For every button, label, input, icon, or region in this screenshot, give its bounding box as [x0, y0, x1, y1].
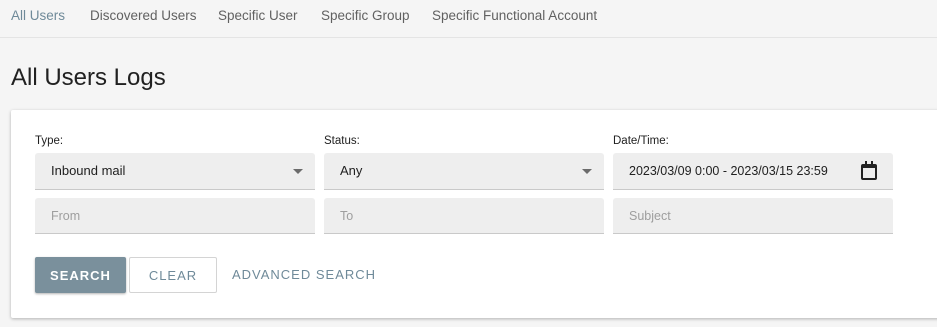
advanced-search-button[interactable]: ADVANCED SEARCH: [231, 256, 377, 292]
to-field[interactable]: To: [324, 198, 604, 234]
search-button[interactable]: SEARCH: [35, 257, 126, 293]
tab-discovered-users[interactable]: Discovered Users: [90, 8, 197, 23]
calendar-icon[interactable]: [861, 161, 877, 180]
search-filter-card: Type: Inbound mail Status: Any Date/Time…: [11, 110, 937, 318]
type-label: Type:: [35, 135, 64, 147]
datetime-range-field[interactable]: 2023/03/09 0:00 - 2023/03/15 23:59: [613, 153, 893, 190]
chevron-down-icon: [293, 169, 303, 174]
chevron-down-icon: [582, 169, 592, 174]
from-field[interactable]: From: [35, 198, 315, 234]
subject-placeholder: Subject: [629, 209, 671, 223]
datetime-value: 2023/03/09 0:00 - 2023/03/15 23:59: [629, 164, 828, 178]
page-title: All Users Logs: [11, 64, 166, 91]
subject-field[interactable]: Subject: [613, 198, 893, 234]
status-select[interactable]: Any: [324, 153, 604, 190]
type-select[interactable]: Inbound mail: [35, 153, 315, 190]
to-placeholder: To: [340, 209, 354, 223]
type-value: Inbound mail: [51, 163, 126, 178]
tab-bar: All Users Discovered Users Specific User…: [0, 0, 937, 38]
tab-specific-group[interactable]: Specific Group: [321, 8, 410, 23]
datetime-label: Date/Time:: [613, 135, 669, 147]
clear-button[interactable]: CLEAR: [129, 257, 217, 293]
status-value: Any: [340, 163, 363, 178]
tab-specific-functional-account[interactable]: Specific Functional Account: [432, 8, 597, 23]
status-label: Status:: [324, 135, 360, 147]
tab-all-users[interactable]: All Users: [11, 8, 65, 23]
from-placeholder: From: [51, 209, 81, 223]
tab-specific-user[interactable]: Specific User: [218, 8, 298, 23]
